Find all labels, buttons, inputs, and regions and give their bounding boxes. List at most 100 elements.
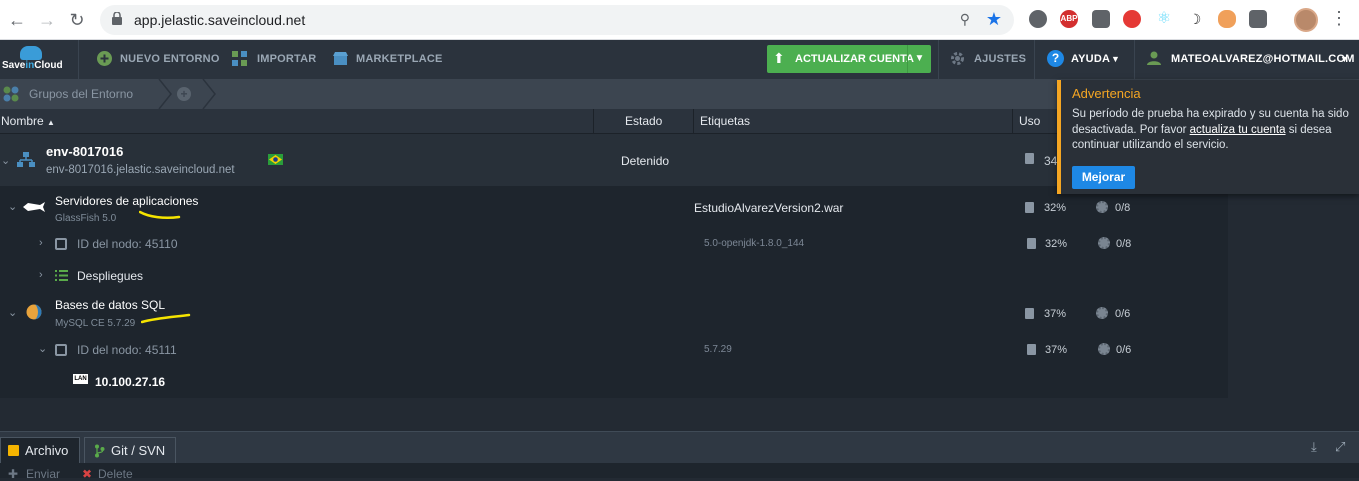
collapse-chevron-icon[interactable]: ⌄ bbox=[1, 154, 10, 167]
file-icon bbox=[8, 445, 19, 456]
sql-node-row[interactable]: ⌄ ID del nodo: 45111 5.7.29 37% 0/6 bbox=[0, 336, 1228, 366]
send-action[interactable]: Enviar bbox=[26, 467, 60, 481]
column-state[interactable]: Estado bbox=[594, 109, 694, 134]
cloudlet-gear-icon bbox=[1098, 237, 1110, 249]
sql-node-cloudlets: 0/6 bbox=[1116, 344, 1132, 356]
reload-icon[interactable]: ↻ bbox=[66, 9, 88, 31]
react-icon[interactable]: ⚛ bbox=[1155, 10, 1173, 28]
upgrade-label: ACTUALIZAR CUENTA bbox=[795, 53, 914, 65]
sql-node-tag: 5.7.29 bbox=[704, 344, 732, 355]
help-question-icon[interactable]: ? bbox=[1047, 50, 1064, 67]
address-bar[interactable]: app.jelastic.saveincloud.net ⚲ ★ bbox=[100, 5, 1014, 35]
extension-hexagon-icon[interactable] bbox=[1029, 10, 1047, 28]
app-servers-tag[interactable]: EstudioAlvarezVersion2.war bbox=[694, 201, 843, 215]
new-environment-button[interactable]: NUEVO ENTORNO bbox=[120, 53, 220, 65]
moon-icon[interactable]: ☽ bbox=[1186, 10, 1204, 28]
extension-jar-icon[interactable] bbox=[1218, 10, 1236, 28]
bottom-panel-tabs: Archivo Git / SVN ⤓ ⤢ bbox=[0, 431, 1359, 464]
environment-row[interactable]: ⌄ env-8017016 env-8017016.jelastic.savei… bbox=[0, 134, 1228, 186]
upgrade-account-link[interactable]: actualiza tu cuenta bbox=[1190, 124, 1286, 136]
app-node-row[interactable]: › ID del nodo: 45110 5.0-openjdk-1.8.0_1… bbox=[0, 230, 1228, 260]
deployments-row[interactable]: › Despliegues bbox=[0, 260, 1228, 292]
gear-icon[interactable] bbox=[950, 51, 965, 66]
saveincloud-logo[interactable]: SaveinCloud bbox=[2, 46, 63, 74]
deployments-label[interactable]: Despliegues bbox=[77, 269, 143, 283]
expand-chevron-icon[interactable]: › bbox=[39, 269, 43, 281]
app-servers-row[interactable]: ⌄ Servidores de aplicaciones GlassFish 5… bbox=[0, 186, 1228, 230]
deployments-list-icon bbox=[55, 270, 68, 281]
user-chevron-down-icon[interactable]: ▼ bbox=[1340, 54, 1349, 64]
bookmark-star-icon[interactable]: ★ bbox=[986, 9, 1002, 30]
sql-node-usage: 37% bbox=[1045, 344, 1068, 356]
environment-domain[interactable]: env-8017016.jelastic.saveincloud.net bbox=[46, 164, 235, 176]
add-group-icon[interactable]: + bbox=[177, 87, 191, 101]
disk-icon bbox=[1027, 238, 1036, 249]
column-name[interactable]: Nombre ▲ bbox=[0, 109, 594, 134]
upgrade-account-button[interactable]: ⬆ ACTUALIZAR CUENTA ▼ bbox=[767, 45, 931, 73]
divider bbox=[1034, 40, 1035, 79]
opera-icon[interactable] bbox=[1123, 10, 1141, 28]
disk-icon bbox=[1025, 308, 1034, 319]
delete-action[interactable]: Delete bbox=[98, 467, 133, 481]
disk-icon bbox=[1025, 153, 1034, 164]
app-servers-title[interactable]: Servidores de aplicaciones bbox=[55, 194, 198, 208]
tab-file[interactable]: Archivo bbox=[0, 437, 80, 464]
browser-menu-icon[interactable]: ⋮ bbox=[1330, 8, 1348, 29]
yellow-underline-annotation bbox=[139, 210, 181, 220]
user-account-button[interactable]: MATEOALVAREZ@HOTMAIL.COM bbox=[1171, 53, 1355, 65]
profile-avatar[interactable] bbox=[1294, 8, 1318, 32]
ip-address[interactable]: 10.100.27.16 bbox=[95, 375, 165, 389]
mysql-icon bbox=[26, 304, 42, 320]
collapse-chevron-icon[interactable]: ⌄ bbox=[38, 342, 47, 355]
sort-asc-icon: ▲ bbox=[47, 118, 55, 127]
send-icon[interactable]: ✚ bbox=[8, 467, 18, 481]
expand-chevron-icon[interactable]: › bbox=[39, 237, 43, 249]
lan-icon: LAN bbox=[73, 374, 88, 384]
improve-button[interactable]: Mejorar bbox=[1072, 166, 1135, 189]
tab-git-svn[interactable]: Git / SVN bbox=[84, 437, 176, 464]
download-icon[interactable]: ⤓ bbox=[1311, 439, 1317, 455]
user-icon[interactable] bbox=[1147, 51, 1161, 65]
marketplace-button[interactable]: MARKETPLACE bbox=[356, 53, 443, 65]
environment-groups-icon[interactable] bbox=[2, 86, 20, 102]
forward-icon[interactable]: → bbox=[36, 9, 58, 31]
help-chevron-down-icon[interactable]: ▼ bbox=[1111, 54, 1120, 64]
collapse-chevron-icon[interactable]: ⌄ bbox=[8, 306, 17, 319]
settings-button[interactable]: AJUSTES bbox=[974, 53, 1026, 65]
environment-state: Detenido bbox=[621, 154, 670, 168]
cast-icon[interactable] bbox=[1249, 10, 1267, 28]
help-button[interactable]: AYUDA bbox=[1071, 53, 1110, 65]
extension-shield-icon[interactable] bbox=[1092, 10, 1110, 28]
sql-node-label[interactable]: ID del nodo: 45111 bbox=[77, 343, 177, 357]
adblock-icon[interactable]: ABP bbox=[1060, 10, 1078, 28]
ip-address-row[interactable]: LAN 10.100.27.16 bbox=[0, 366, 1228, 398]
cloudlet-gear-icon bbox=[1096, 201, 1108, 213]
marketplace-icon[interactable] bbox=[333, 51, 348, 66]
git-branch-icon bbox=[95, 444, 105, 458]
import-button[interactable]: IMPORTAR bbox=[257, 53, 316, 65]
node-icon bbox=[55, 344, 67, 356]
sql-databases-row[interactable]: ⌄ Bases de datos SQL MySQL CE 5.7.29 37%… bbox=[0, 292, 1228, 336]
import-icon[interactable] bbox=[232, 51, 247, 66]
environment-name[interactable]: env-8017016 bbox=[46, 144, 123, 159]
plus-circle-icon[interactable] bbox=[97, 51, 112, 66]
environment-groups-label[interactable]: Grupos del Entorno bbox=[29, 87, 133, 101]
app-node-label[interactable]: ID del nodo: 45110 bbox=[77, 237, 178, 251]
warning-message: Su período de prueba ha expirado y su cu… bbox=[1072, 108, 1349, 151]
key-icon[interactable]: ⚲ bbox=[960, 11, 970, 28]
divider bbox=[78, 40, 79, 79]
upgrade-chevron-down-icon[interactable]: ▼ bbox=[907, 45, 931, 73]
browser-chrome: ← → ↻ app.jelastic.saveincloud.net ⚲ ★ A… bbox=[0, 0, 1359, 40]
expand-panel-icon[interactable]: ⤢ bbox=[1335, 439, 1345, 455]
collapse-chevron-icon[interactable]: ⌄ bbox=[8, 200, 17, 213]
disk-icon bbox=[1025, 202, 1034, 213]
url-text[interactable]: app.jelastic.saveincloud.net bbox=[134, 12, 305, 28]
breadcrumb-separator bbox=[202, 79, 216, 109]
trial-expired-warning: Advertencia Su período de prueba ha expi… bbox=[1057, 80, 1359, 194]
lock-icon bbox=[112, 12, 122, 25]
delete-icon[interactable]: ✖ bbox=[82, 467, 92, 481]
sql-usage: 37% bbox=[1044, 308, 1067, 320]
app-node-cloudlets: 0/8 bbox=[1116, 238, 1132, 250]
column-tags[interactable]: Etiquetas bbox=[694, 109, 1013, 134]
back-icon[interactable]: ← bbox=[6, 9, 28, 31]
